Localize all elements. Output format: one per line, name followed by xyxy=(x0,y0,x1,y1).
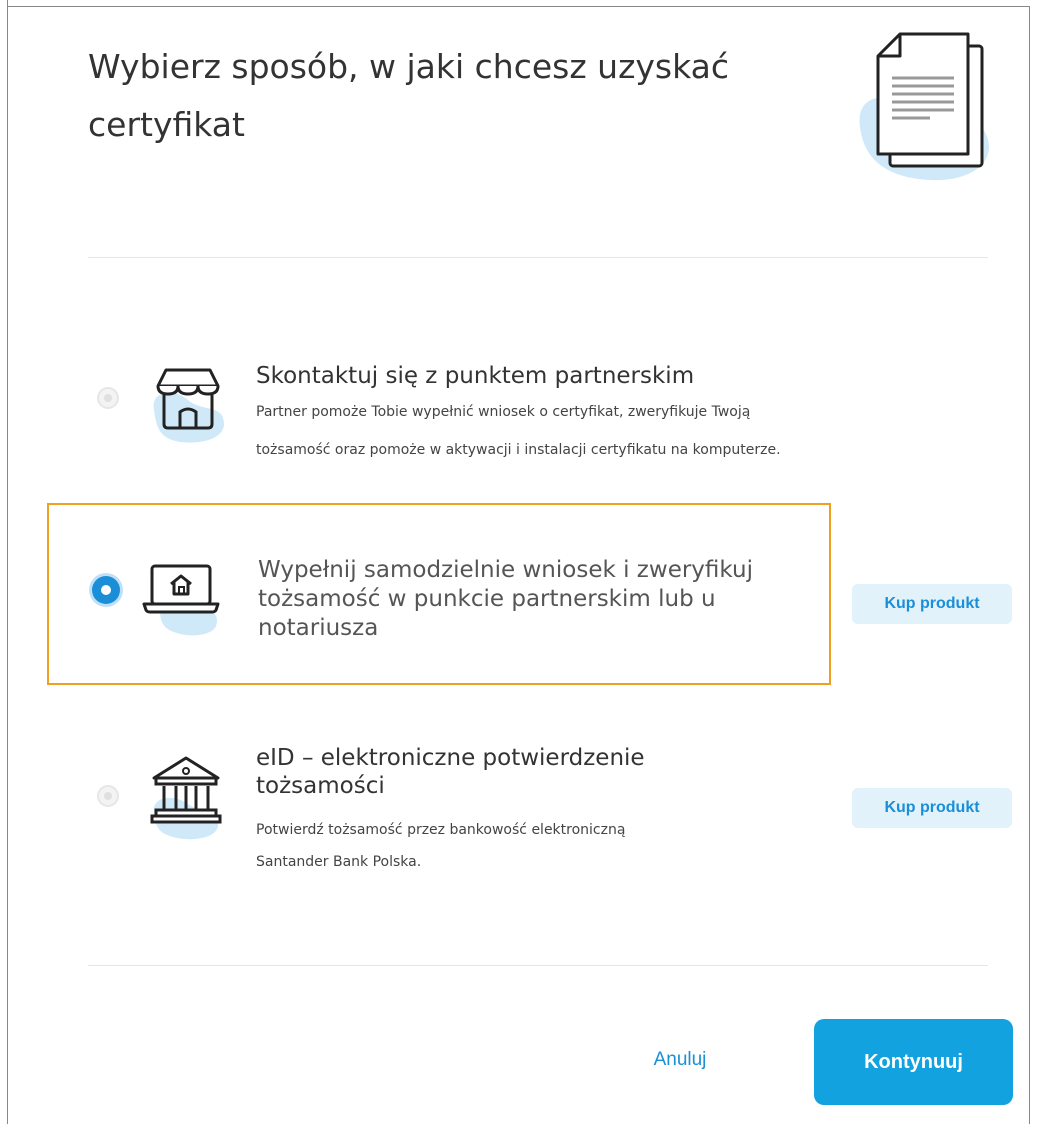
store-icon xyxy=(153,368,224,443)
bank-icon xyxy=(150,756,222,840)
option-eid-title-line-1: eID – elektroniczne potwierdzenie xyxy=(256,745,645,771)
option-self-fill-radio[interactable] xyxy=(92,576,120,604)
option-self-fill-title-line-2: tożsamość w punkcie partnerskim lub u xyxy=(258,586,716,612)
option-partner-point-radio[interactable] xyxy=(97,387,119,409)
option-eid-description-line-2: Santander Bank Polska. xyxy=(256,854,422,870)
option-eid-description-line-1: Potwierdź tożsamość przez bankowość elek… xyxy=(256,822,626,838)
option-partner-point-description-line-2: tożsamość oraz pomoże w aktywacji i inst… xyxy=(256,442,781,458)
divider-top xyxy=(88,257,988,258)
window-border-left xyxy=(7,0,8,1124)
option-eid-radio[interactable] xyxy=(97,785,119,807)
certificate-method-dialog: Wybierz sposób, w jaki chcesz uzyskać ce… xyxy=(0,0,1041,1124)
option-partner-point-title: Skontaktuj się z punktem partnerskim xyxy=(256,363,695,389)
buy-product-button-eid[interactable]: Kup produkt xyxy=(852,788,1012,828)
dialog-title: Wybierz sposób, w jaki chcesz uzyskać ce… xyxy=(88,47,730,144)
cancel-button[interactable]: Anuluj xyxy=(640,1040,720,1080)
document-icon xyxy=(859,32,989,181)
continue-button[interactable]: Kontynuuj xyxy=(814,1019,1013,1105)
option-self-fill-title-line-3: notariusza xyxy=(258,615,379,641)
window-border-right xyxy=(1029,6,1030,1124)
laptop-home-icon xyxy=(142,564,220,636)
window-border-top xyxy=(7,6,1029,7)
option-eid-title-line-2: tożsamości xyxy=(256,773,385,799)
divider-bottom xyxy=(88,965,988,966)
option-partner-point-description-line-1: Partner pomoże Tobie wypełnić wniosek o … xyxy=(256,404,751,420)
buy-product-button-self-fill[interactable]: Kup produkt xyxy=(852,584,1012,624)
option-self-fill-title-line-1: Wypełnij samodzielnie wniosek i zweryfik… xyxy=(258,557,753,583)
